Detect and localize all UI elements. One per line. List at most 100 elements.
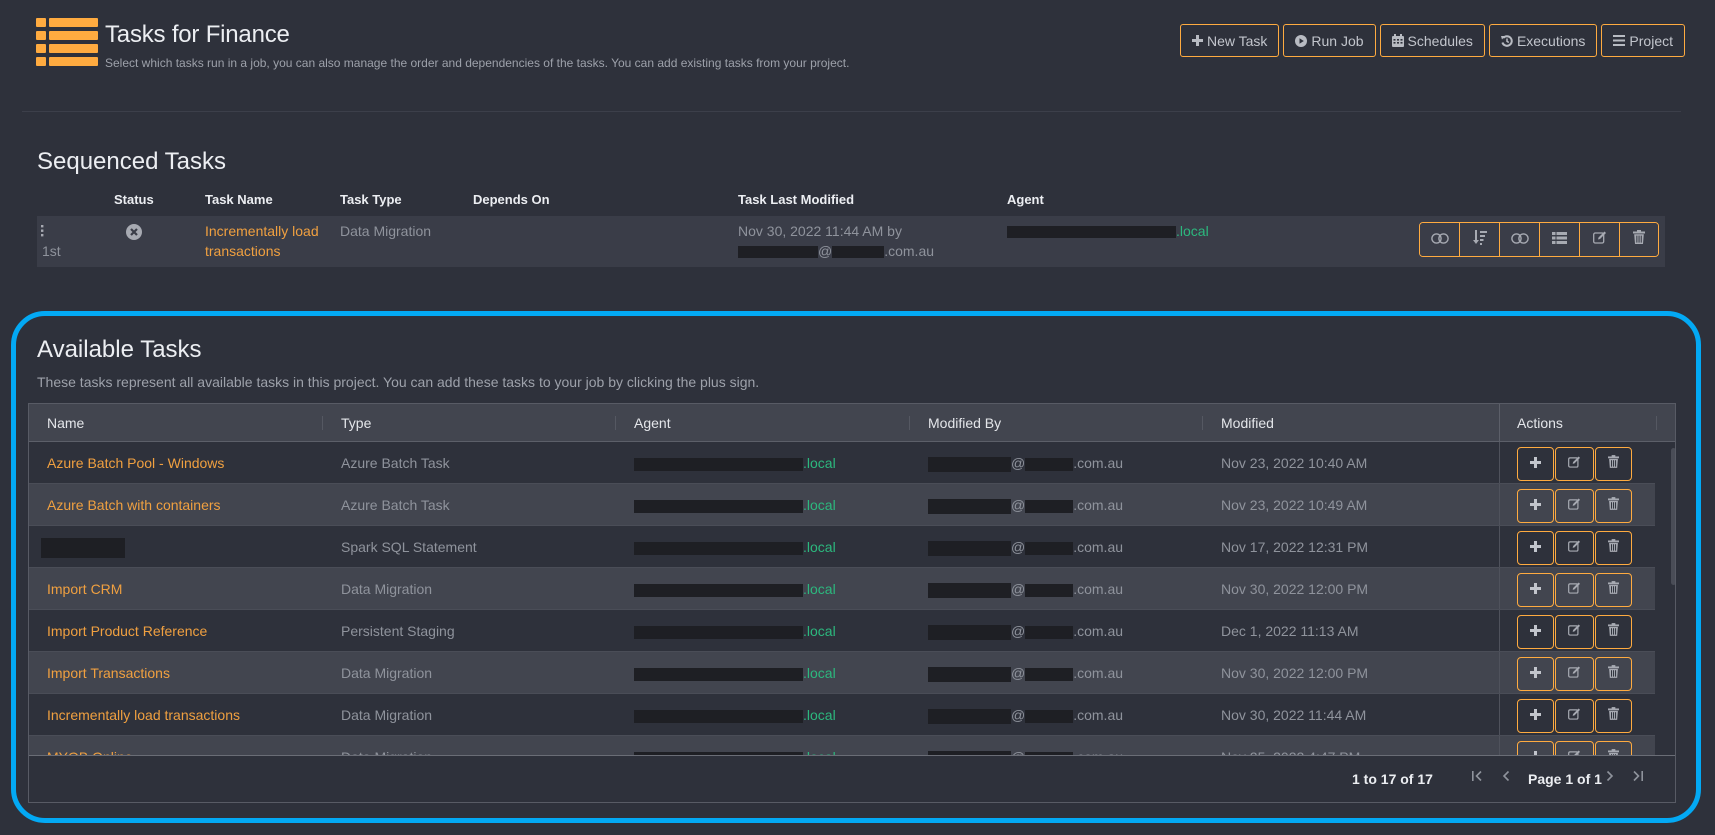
sort-order-icon: [1472, 229, 1487, 250]
add-task-button[interactable]: [1517, 489, 1554, 523]
delete-task-button[interactable]: [1595, 741, 1632, 755]
sort-order-button[interactable]: [1460, 223, 1500, 256]
redacted-domain: [1025, 625, 1074, 639]
task-type: Persistent Staging: [341, 623, 455, 639]
col-task-last-modified: Task Last Modified: [738, 192, 855, 207]
delete-task-button[interactable]: [1595, 447, 1632, 481]
new-task-button[interactable]: New Task: [1179, 24, 1280, 57]
task-modified-by: @ .com.au: [928, 568, 1123, 610]
header-divider: [22, 111, 1681, 112]
add-task-button[interactable]: [1517, 447, 1554, 481]
run-job-button[interactable]: Run Job: [1283, 24, 1376, 57]
row-actions: [1517, 657, 1633, 691]
column-resizer[interactable]: [1202, 416, 1203, 430]
at-sign: @: [1011, 707, 1026, 723]
add-task-button[interactable]: [1517, 657, 1554, 691]
edit-task-button[interactable]: [1555, 657, 1594, 691]
plus-icon: [1530, 497, 1541, 515]
actions-divider: [1499, 610, 1500, 651]
play-circle-icon: [1295, 34, 1308, 47]
delete-task-button[interactable]: [1595, 699, 1632, 733]
sequenced-agent: .local: [1007, 221, 1209, 241]
domain-suffix: .com.au: [1073, 581, 1124, 597]
edit-task-button[interactable]: [1555, 573, 1594, 607]
toggle-button[interactable]: [1420, 223, 1460, 256]
redacted-user: [928, 708, 1011, 724]
add-task-button[interactable]: [1517, 615, 1554, 649]
col-modified[interactable]: Modified: [1221, 404, 1274, 442]
agent-suffix: .local: [803, 455, 836, 471]
vertical-scrollbar[interactable]: [1671, 448, 1675, 585]
task-modified: Nov 17, 2022 12:31 PM: [1221, 539, 1369, 555]
delete-task-button[interactable]: [1595, 531, 1632, 565]
project-label: Project: [1629, 32, 1673, 49]
task-row: Import Transactions Data Migration .loca…: [29, 652, 1655, 694]
task-agent: .local: [634, 484, 836, 526]
prev-page-icon[interactable]: [1502, 769, 1510, 785]
dependency-toggle-button[interactable]: [1500, 223, 1540, 256]
edit-icon: [1592, 231, 1607, 249]
col-type[interactable]: Type: [341, 404, 371, 442]
edit-task-button[interactable]: [1555, 615, 1594, 649]
actions-divider: [1499, 484, 1500, 525]
sequenced-task-name[interactable]: Incrementally load transactions: [205, 221, 330, 261]
plus-icon: [1530, 455, 1541, 473]
domain-suffix: .com.au: [1073, 623, 1124, 639]
delete-button[interactable]: [1620, 223, 1658, 256]
add-task-button[interactable]: [1517, 531, 1554, 565]
task-name[interactable]: Azure Batch with containers: [47, 484, 221, 526]
col-name[interactable]: Name: [47, 404, 84, 442]
column-resizer[interactable]: [322, 416, 323, 430]
delete-task-button[interactable]: [1595, 489, 1632, 523]
add-task-button[interactable]: [1517, 741, 1554, 755]
task-name[interactable]: Azure Batch Pool - Windows: [47, 442, 224, 484]
edit-task-button[interactable]: [1555, 447, 1594, 481]
redacted-domain: [1025, 457, 1074, 471]
edit-icon: [1568, 455, 1581, 473]
edit-task-button[interactable]: [1555, 699, 1594, 733]
edit-task-button[interactable]: [1555, 741, 1594, 755]
redacted-user: [928, 666, 1011, 682]
task-name[interactable]: Import Product Reference: [47, 610, 207, 652]
drag-handle-icon[interactable]: [40, 222, 44, 242]
task-type: Data Migration: [341, 736, 432, 755]
project-button[interactable]: Project: [1601, 24, 1685, 57]
redacted-user: [928, 498, 1011, 514]
task-name[interactable]: Import Transactions: [47, 652, 170, 694]
add-task-button[interactable]: [1517, 699, 1554, 733]
redacted-agent: [634, 499, 803, 513]
col-modified-by[interactable]: Modified By: [928, 404, 1001, 442]
task-name[interactable]: Import CRM: [47, 568, 122, 610]
column-resizer[interactable]: [615, 416, 616, 430]
last-page-icon[interactable]: [1632, 769, 1643, 785]
next-page-icon[interactable]: [1606, 769, 1614, 785]
at-sign: @: [818, 243, 833, 259]
edit-button[interactable]: [1580, 223, 1620, 256]
first-page-icon[interactable]: [1472, 769, 1483, 785]
delete-task-button[interactable]: [1595, 657, 1632, 691]
actions-divider: [1499, 568, 1500, 609]
list-button[interactable]: [1540, 223, 1580, 256]
task-row: Import Product Reference Persistent Stag…: [29, 610, 1655, 652]
delete-task-button[interactable]: [1595, 573, 1632, 607]
column-resizer[interactable]: [909, 416, 910, 430]
delete-task-button[interactable]: [1595, 615, 1632, 649]
task-name[interactable]: [41, 526, 125, 568]
sequenced-tasks-title: Sequenced Tasks: [37, 148, 227, 175]
executions-button[interactable]: Executions: [1488, 24, 1598, 57]
row-actions: [1517, 615, 1633, 649]
task-agent: .local: [634, 526, 836, 568]
task-name[interactable]: MYOB Online: [47, 736, 133, 755]
redacted-agent: [634, 709, 803, 723]
available-tasks-grid: Name Type Agent Modified By Modified Act…: [28, 403, 1676, 803]
page-title: Tasks for Finance: [105, 21, 290, 48]
toolbar: New Task Run Job Schedules Executions Pr…: [1179, 24, 1685, 57]
edit-task-button[interactable]: [1555, 489, 1594, 523]
add-task-button[interactable]: [1517, 573, 1554, 607]
redacted-domain: [1025, 667, 1074, 681]
schedules-button[interactable]: Schedules: [1379, 24, 1485, 57]
task-modified-by: @ .com.au: [928, 610, 1123, 652]
task-name[interactable]: Incrementally load transactions: [47, 694, 240, 736]
col-agent[interactable]: Agent: [634, 404, 671, 442]
edit-task-button[interactable]: [1555, 531, 1594, 565]
